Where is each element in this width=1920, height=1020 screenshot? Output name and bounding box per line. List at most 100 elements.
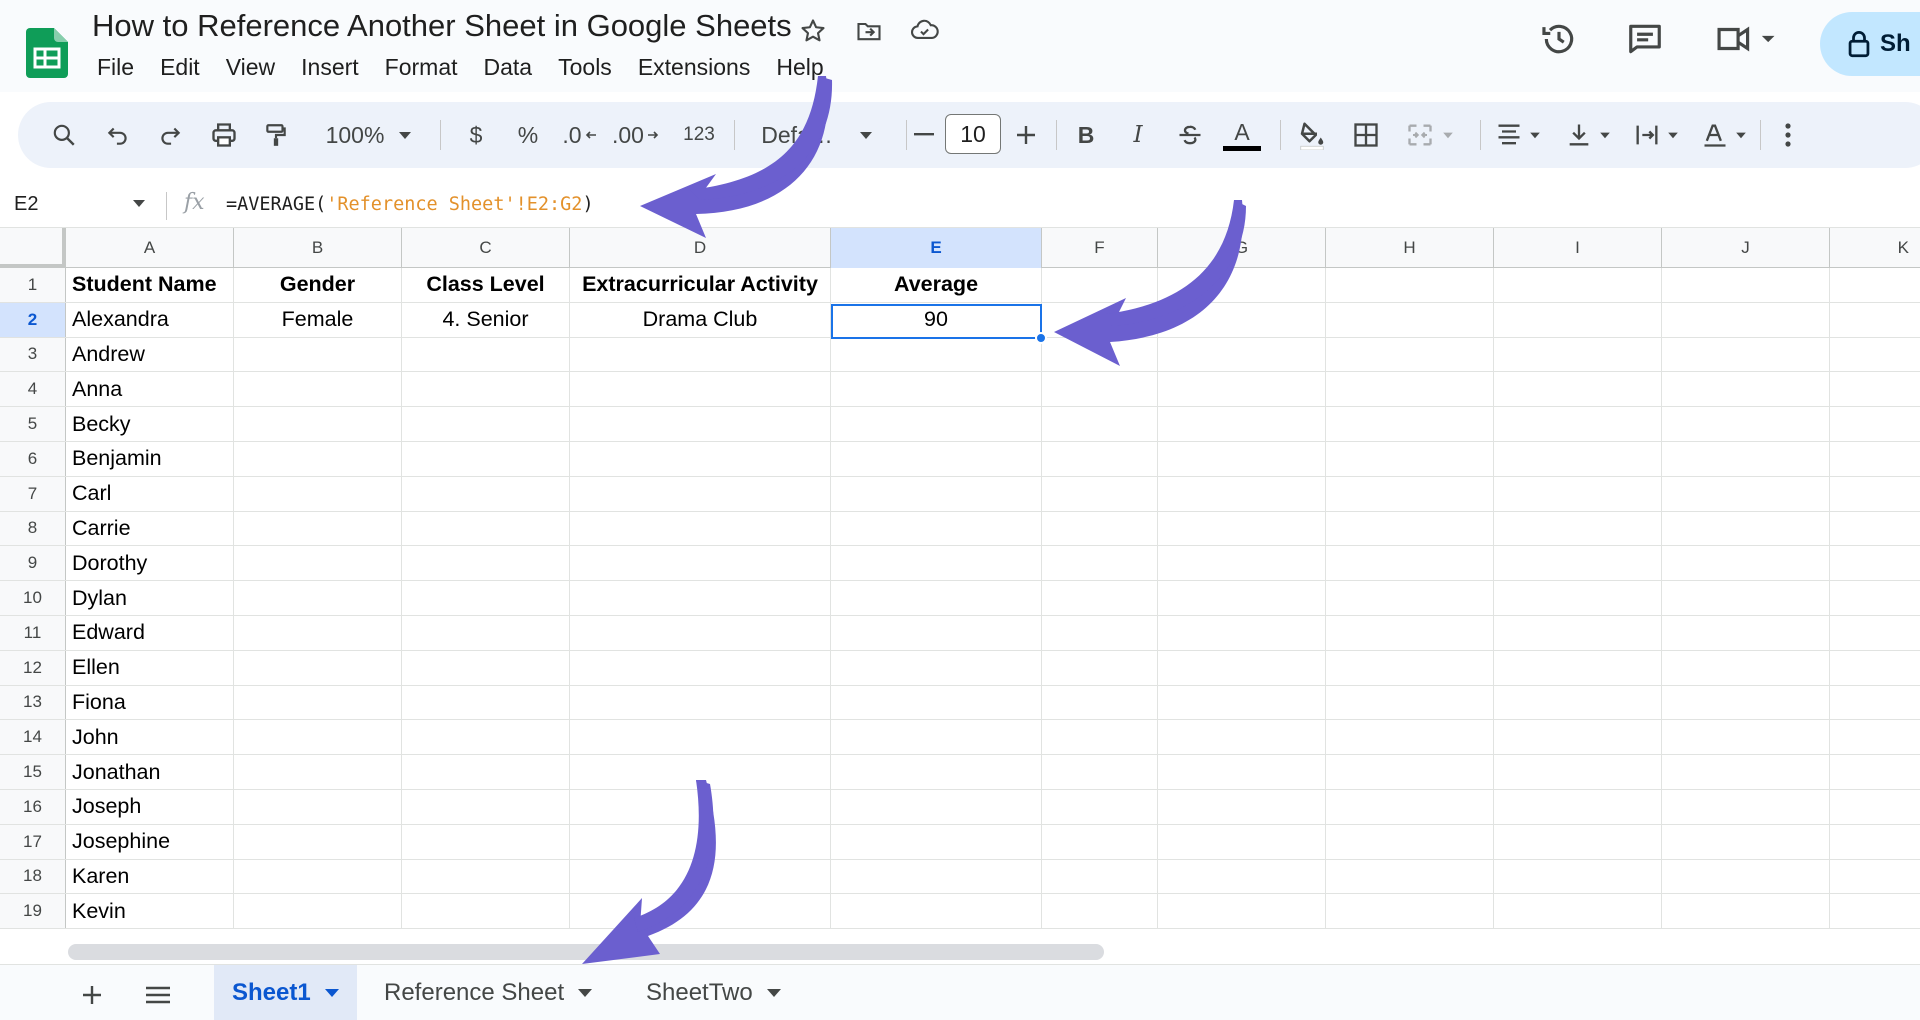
cell[interactable]: Jonathan	[66, 755, 234, 789]
cell[interactable]	[402, 546, 570, 581]
column-header-f[interactable]: F	[1042, 228, 1158, 268]
cell[interactable]	[831, 407, 1042, 441]
column-header-a[interactable]: A	[66, 228, 234, 268]
horizontal-align-button[interactable]	[1488, 102, 1548, 168]
cell[interactable]	[831, 442, 1042, 476]
cell[interactable]	[831, 476, 1042, 511]
cell[interactable]	[234, 337, 402, 372]
cell[interactable]	[1830, 894, 1920, 928]
menu-edit[interactable]: Edit	[147, 52, 213, 83]
select-all-corner[interactable]	[0, 228, 66, 268]
cell[interactable]	[570, 442, 831, 476]
cell[interactable]	[1158, 720, 1326, 755]
sheet-tab-sheettwo[interactable]: SheetTwo	[628, 965, 799, 1020]
formula-input[interactable]: =AVERAGE('Reference Sheet'!E2:G2)	[226, 194, 594, 215]
menu-data[interactable]: Data	[471, 52, 546, 83]
cell[interactable]: Joseph	[66, 790, 234, 824]
column-header-j[interactable]: J	[1662, 228, 1830, 268]
document-title[interactable]: How to Reference Another Sheet in Google…	[92, 8, 792, 44]
cell[interactable]	[1830, 686, 1920, 720]
cell[interactable]	[570, 476, 831, 511]
bold-button[interactable]: B	[1068, 102, 1104, 168]
cell[interactable]	[1830, 581, 1920, 615]
cell[interactable]	[1830, 303, 1920, 337]
cell[interactable]	[1042, 685, 1158, 720]
cell[interactable]	[831, 372, 1042, 407]
cell[interactable]	[570, 372, 831, 407]
cell[interactable]	[1158, 616, 1326, 650]
cell[interactable]: Fiona	[66, 685, 234, 720]
cell[interactable]	[1158, 268, 1326, 302]
cell[interactable]	[1042, 372, 1158, 407]
zoom-select[interactable]: 100%	[314, 102, 424, 168]
cell[interactable]	[1830, 546, 1920, 580]
cell[interactable]	[1494, 685, 1662, 720]
cell[interactable]	[402, 894, 570, 929]
menu-insert[interactable]: Insert	[288, 52, 372, 83]
cell[interactable]: Carl	[66, 476, 234, 511]
cell[interactable]	[234, 650, 402, 685]
cell[interactable]	[831, 824, 1042, 859]
spreadsheet-grid[interactable]: A B C D E F G H I J K 1 Student Name Gende…	[0, 228, 1920, 940]
cell[interactable]	[234, 685, 402, 720]
cell[interactable]	[1326, 685, 1494, 720]
cell[interactable]	[1158, 650, 1326, 685]
cell[interactable]: Alexandra	[66, 302, 234, 337]
cell[interactable]	[1326, 302, 1494, 337]
cell[interactable]	[1042, 476, 1158, 511]
format-currency-button[interactable]: $	[458, 102, 494, 168]
cell[interactable]	[402, 685, 570, 720]
cell[interactable]	[234, 407, 402, 441]
row-header[interactable]: 13	[0, 685, 66, 720]
cell[interactable]	[831, 581, 1042, 615]
cell[interactable]	[831, 650, 1042, 685]
cell[interactable]	[1042, 337, 1158, 372]
sheet-tab-sheet1[interactable]: Sheet1	[214, 965, 357, 1020]
cell[interactable]	[1830, 790, 1920, 824]
cell[interactable]	[1042, 755, 1158, 789]
more-options-icon[interactable]	[1770, 102, 1806, 168]
redo-icon[interactable]	[152, 102, 188, 168]
row-header[interactable]: 19	[0, 894, 66, 929]
cell[interactable]	[1158, 442, 1326, 476]
cell[interactable]: Student Name	[66, 268, 234, 302]
cell[interactable]	[1662, 407, 1830, 441]
cell[interactable]	[402, 337, 570, 372]
cell[interactable]	[1158, 337, 1326, 372]
cell[interactable]	[570, 546, 831, 581]
cell[interactable]	[1830, 720, 1920, 754]
cell[interactable]: Class Level	[402, 268, 570, 302]
cell[interactable]	[1326, 372, 1494, 407]
cell[interactable]	[234, 859, 402, 894]
menu-file[interactable]: File	[84, 52, 147, 83]
add-sheet-icon[interactable]	[74, 977, 110, 1013]
vertical-align-button[interactable]	[1558, 102, 1618, 168]
cell[interactable]	[1326, 476, 1494, 511]
cell[interactable]	[1494, 268, 1662, 302]
cell[interactable]	[1042, 546, 1158, 581]
cell[interactable]	[1662, 859, 1830, 894]
cell[interactable]	[1158, 824, 1326, 859]
row-header[interactable]: 8	[0, 511, 66, 546]
cell[interactable]	[402, 511, 570, 546]
cell[interactable]	[1158, 372, 1326, 407]
merge-cells-button[interactable]	[1398, 102, 1462, 168]
cell[interactable]	[1494, 824, 1662, 859]
cell[interactable]	[234, 790, 402, 824]
menu-help[interactable]: Help	[763, 52, 836, 83]
cell[interactable]	[402, 442, 570, 476]
cell[interactable]	[1158, 859, 1326, 894]
cell[interactable]	[1494, 476, 1662, 511]
fill-color-icon[interactable]	[1292, 102, 1332, 168]
row-header[interactable]: 11	[0, 616, 66, 650]
cell[interactable]	[234, 511, 402, 546]
row-header[interactable]: 7	[0, 476, 66, 511]
search-menus-icon[interactable]	[44, 102, 84, 168]
cell[interactable]	[1494, 337, 1662, 372]
cell[interactable]	[234, 442, 402, 476]
cell[interactable]: Extracurricular Activity	[570, 268, 831, 302]
cell[interactable]	[831, 511, 1042, 546]
menu-extensions[interactable]: Extensions	[625, 52, 764, 83]
cell[interactable]	[1830, 616, 1920, 650]
cell[interactable]	[1042, 824, 1158, 859]
